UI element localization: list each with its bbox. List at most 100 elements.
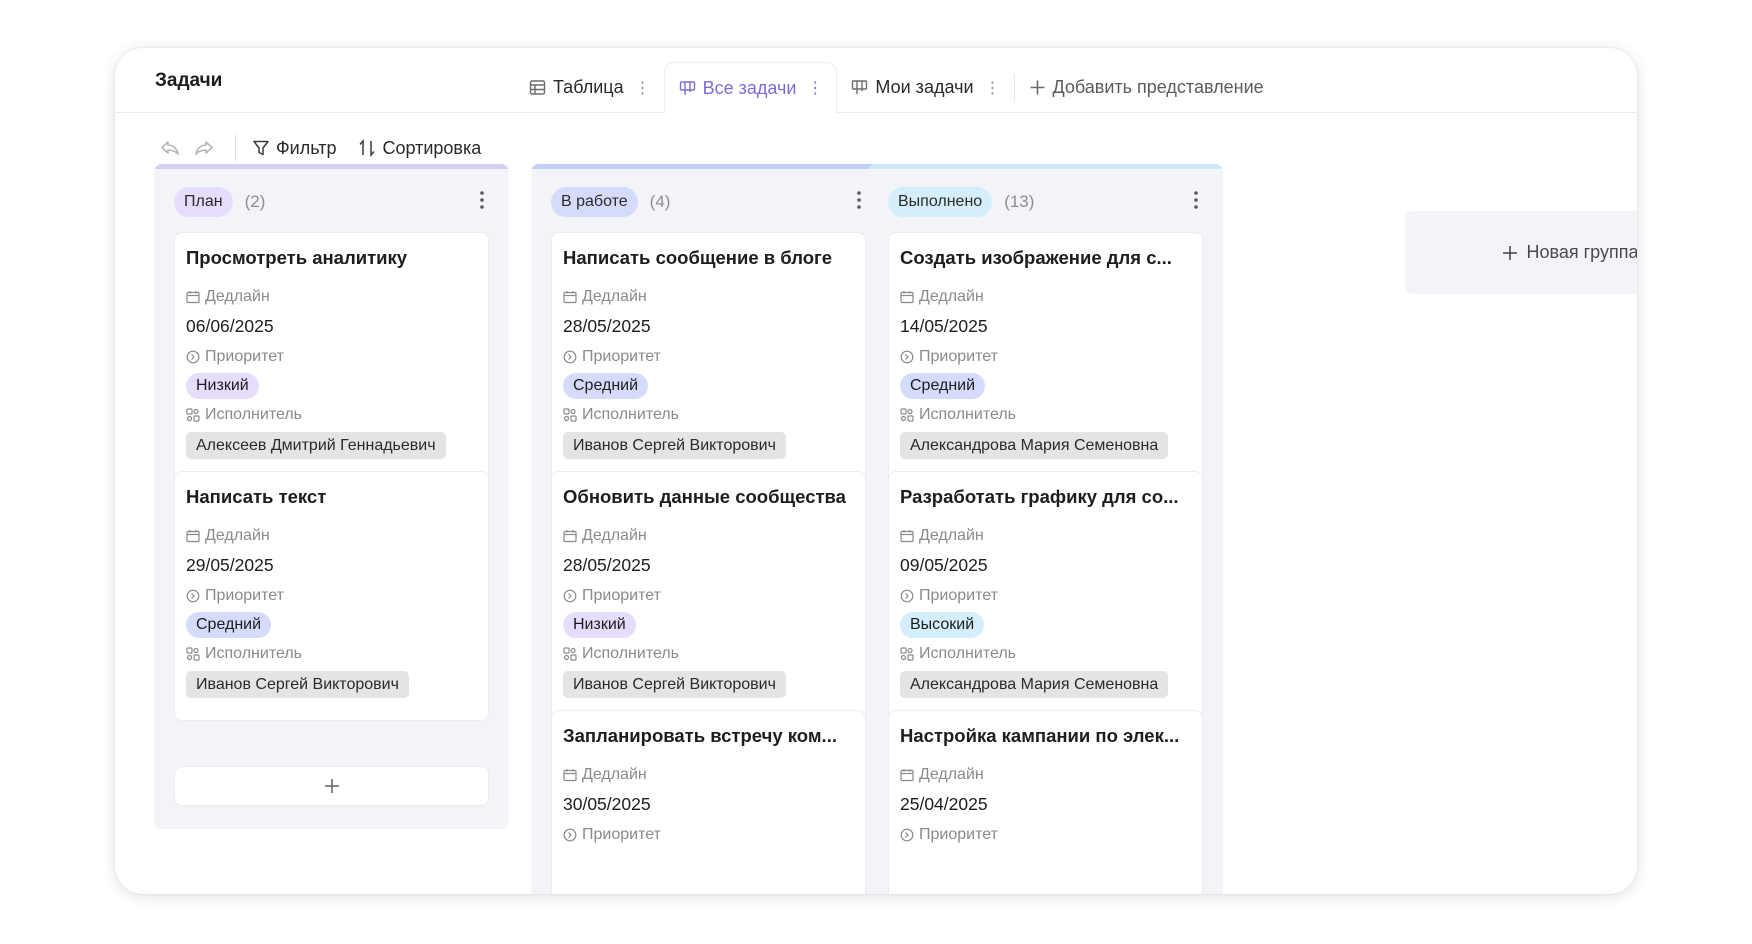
deadline-label: Дедлайн: [186, 527, 270, 545]
priority-icon: [186, 350, 200, 364]
kanban-icon: [679, 80, 696, 97]
priority-label-text: Приоритет: [205, 348, 284, 365]
new-group-label: Новая группа: [1526, 242, 1637, 262]
deadline-value: 09/05/2025: [900, 555, 988, 575]
calendar-icon: [563, 290, 577, 304]
redo-icon[interactable]: [187, 140, 221, 156]
priority-label: Приоритет: [186, 348, 284, 366]
more-vertical-icon[interactable]: [856, 190, 862, 210]
priority-label: Приоритет: [900, 348, 998, 366]
more-vertical-icon[interactable]: ⋮: [985, 78, 1001, 98]
table-icon: [529, 79, 546, 96]
assignee-chip: Иванов Сергей Викторович: [563, 671, 786, 698]
priority-label: Приоритет: [563, 587, 661, 605]
calendar-icon: [186, 290, 200, 304]
task-card[interactable]: Просмотреть аналитику Дедлайн 06/06/2025…: [174, 232, 489, 482]
priority-label: Приоритет: [900, 587, 998, 605]
column-color-bar: [531, 164, 886, 169]
add-view-button[interactable]: Добавить представление: [1015, 62, 1278, 113]
sort-icon: [358, 139, 376, 157]
assignee-icon: [186, 408, 200, 422]
assignee-chip: Алексеев Дмитрий Геннадьевич: [186, 432, 446, 459]
assignee-label: Исполнитель: [900, 406, 1016, 424]
task-card[interactable]: Написать текст Дедлайн 29/05/2025 Приори…: [174, 471, 489, 721]
deadline-label: Дедлайн: [900, 288, 984, 306]
column-in-progress: В работе (4) Написать сообщение в блоге …: [531, 164, 886, 894]
priority-label: Приоритет: [563, 826, 661, 844]
deadline-label-text: Дедлайн: [582, 527, 647, 544]
assignee-chip: Иванов Сергей Викторович: [563, 432, 786, 459]
undo-icon[interactable]: [153, 140, 187, 156]
tab-all-tasks[interactable]: Все задачи ⋮: [663, 62, 838, 114]
assignee-label-text: Исполнитель: [582, 406, 680, 423]
priority-icon: [900, 350, 914, 364]
toolbar: Фильтр Сортировка: [153, 128, 481, 168]
sort-label: Сортировка: [382, 137, 482, 158]
priority-label-text: Приоритет: [582, 348, 661, 365]
priority-tag: Высокий: [900, 612, 985, 638]
assignee-label-text: Исполнитель: [205, 645, 303, 662]
task-card[interactable]: Запланировать встречу ком... Дедлайн 30/…: [551, 710, 866, 894]
priority-tag: Низкий: [186, 373, 259, 399]
assignee-label: Исполнитель: [900, 645, 1016, 663]
more-vertical-icon[interactable]: [479, 190, 485, 210]
card-title: Настройка кампании по элек...: [900, 725, 1180, 746]
task-card[interactable]: Создать изображение для с... Дедлайн 14/…: [888, 232, 1203, 482]
deadline-label: Дедлайн: [563, 288, 647, 306]
add-view-label: Добавить представление: [1052, 77, 1264, 97]
column-status-pill[interactable]: В работе: [551, 187, 638, 217]
column-header: В работе (4): [551, 186, 866, 218]
card-title: Обновить данные сообщества: [563, 486, 846, 507]
priority-label-text: Приоритет: [582, 826, 661, 843]
assignee-chip: Александрова Мария Семеновна: [900, 671, 1169, 698]
more-vertical-icon[interactable]: ⋮: [807, 78, 823, 98]
filter-label: Фильтр: [276, 137, 337, 158]
plus-icon: [1502, 245, 1518, 261]
header: Задачи Таблица ⋮ Все задачи ⋮ Мои задачи…: [115, 48, 1637, 114]
deadline-label-text: Дедлайн: [205, 288, 270, 305]
tab-my-tasks[interactable]: Мои задачи ⋮: [837, 62, 1013, 113]
deadline-label-text: Дедлайн: [582, 288, 647, 305]
deadline-label-text: Дедлайн: [919, 288, 984, 305]
assignee-chip: Александрова Мария Семеновна: [900, 432, 1169, 459]
deadline-label: Дедлайн: [900, 527, 984, 545]
priority-label: Приоритет: [186, 587, 284, 605]
filter-icon: [252, 139, 270, 157]
assignee-label: Исполнитель: [563, 406, 679, 424]
priority-icon: [563, 589, 577, 603]
calendar-icon: [900, 529, 914, 543]
assignee-label-text: Исполнитель: [919, 406, 1017, 423]
sort-button[interactable]: Сортировка: [358, 138, 481, 159]
column-status-pill[interactable]: Выполнено: [888, 187, 993, 217]
priority-label: Приоритет: [900, 826, 998, 844]
column-count: (4): [649, 192, 671, 211]
card-title: Написать текст: [186, 486, 327, 507]
priority-label-text: Приоритет: [919, 587, 998, 604]
column-color-bar: [868, 164, 1223, 169]
tab-label: Все задачи: [702, 77, 797, 98]
column-count: (2): [244, 192, 266, 211]
priority-icon: [900, 589, 914, 603]
priority-tag: Средний: [900, 373, 986, 399]
deadline-label-text: Дедлайн: [919, 766, 984, 783]
card-title: Запланировать встречу ком...: [563, 725, 837, 746]
task-card[interactable]: Написать сообщение в блоге Дедлайн 28/05…: [551, 232, 866, 482]
add-card-button[interactable]: [174, 766, 489, 806]
task-card[interactable]: Разработать графику для со... Дедлайн 09…: [888, 471, 1203, 721]
new-group-button[interactable]: Новая группа: [1405, 211, 1637, 294]
column-status-pill[interactable]: План: [174, 187, 233, 217]
task-card[interactable]: Настройка кампании по элек... Дедлайн 25…: [888, 710, 1203, 894]
priority-tag: Низкий: [563, 612, 636, 638]
more-vertical-icon[interactable]: [1193, 190, 1199, 210]
task-card[interactable]: Обновить данные сообщества Дедлайн 28/05…: [551, 471, 866, 721]
priority-icon: [186, 589, 200, 603]
tab-table[interactable]: Таблица ⋮: [515, 62, 664, 113]
priority-label-text: Приоритет: [919, 826, 998, 843]
calendar-icon: [900, 290, 914, 304]
deadline-value: 14/05/2025: [900, 316, 988, 336]
priority-label-text: Приоритет: [919, 348, 998, 365]
deadline-value: 30/05/2025: [563, 794, 651, 814]
filter-button[interactable]: Фильтр: [252, 138, 336, 159]
more-vertical-icon[interactable]: ⋮: [635, 78, 651, 98]
deadline-label: Дедлайн: [563, 527, 647, 545]
